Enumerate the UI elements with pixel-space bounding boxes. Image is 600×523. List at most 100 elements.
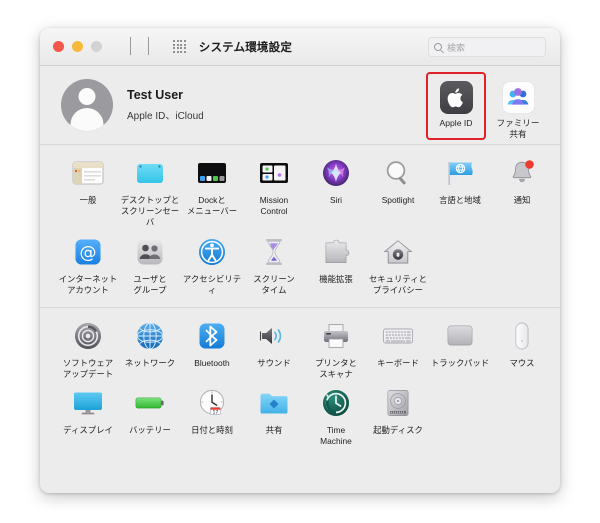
pref-battery-label: バッテリー [129, 425, 171, 436]
pref-trackpad-label: トラックパッド [430, 357, 490, 368]
pref-security-privacy[interactable]: セキュリティと プライバシー [367, 235, 429, 296]
pref-general[interactable]: 一般 [57, 156, 119, 228]
pref-mouse-label: マウス [509, 357, 535, 368]
pref-mission-control-label: Mission Control [259, 195, 289, 216]
pref-keyboard[interactable]: キーボード [367, 319, 429, 380]
pref-users-groups-label: ユーザと グループ [133, 273, 167, 295]
show-all-grid-icon[interactable] [173, 40, 186, 53]
pref-extensions[interactable]: 機能拡張 [305, 235, 367, 296]
pref-desktop-screensaver-label: デスクトップと スクリーンセーバ [120, 195, 180, 227]
window-titlebar: システム環境設定 検索 [40, 28, 560, 66]
pref-time-machine-label: Time Machine [320, 425, 352, 447]
users-groups-icon [133, 235, 167, 269]
traffic-lights [53, 41, 102, 52]
sharing-icon [257, 386, 291, 420]
pref-trackpad[interactable]: トラックパッド [429, 319, 491, 380]
preferences-row: @ インターネット アカウント ユーザと グループ アクセシビリティ スクリーン… [40, 235, 560, 303]
back-button[interactable] [130, 36, 131, 56]
pref-security-privacy-label: セキュリティと プライバシー [368, 273, 428, 295]
pref-bluetooth-label: Bluetooth [194, 357, 230, 368]
user-name: Test User [127, 88, 184, 102]
pref-mouse[interactable]: マウス [491, 319, 553, 380]
desktop-screensaver-icon [133, 156, 167, 190]
sound-icon [257, 319, 291, 353]
pref-battery[interactable]: バッテリー [119, 386, 181, 447]
pref-network[interactable]: ネットワーク [119, 319, 181, 380]
mission-control-icon [257, 156, 291, 190]
pref-printers-scanners-label: プリンタと スキャナ [315, 357, 357, 379]
screen-time-icon [257, 235, 291, 269]
pref-sound-label: サウンド [257, 357, 291, 368]
displays-icon [71, 386, 105, 420]
printers-scanners-icon [319, 319, 353, 353]
pref-bluetooth[interactable]: Bluetooth [181, 319, 243, 380]
search-placeholder: 検索 [447, 42, 466, 53]
pref-spotlight[interactable]: Spotlight [367, 156, 429, 228]
pref-keyboard-label: キーボード [377, 357, 419, 368]
zoom-button-icon [91, 41, 102, 52]
svg-text:17: 17 [212, 410, 218, 416]
pref-time-machine[interactable]: Time Machine [305, 386, 367, 447]
minimize-button-icon[interactable] [72, 41, 83, 52]
pref-sound[interactable]: サウンド [243, 319, 305, 380]
general-window-icon [71, 156, 105, 190]
pref-screen-time[interactable]: スクリーン タイム [243, 235, 305, 296]
pref-desktop-screensaver[interactable]: デスクトップと スクリーンセーバ [119, 156, 181, 228]
avatar [61, 79, 113, 131]
pref-notifications[interactable]: 通知 [491, 156, 553, 228]
family-sharing-icon [501, 81, 535, 114]
pref-spotlight-label: Spotlight [381, 195, 415, 205]
family-sharing-tile-label: ファミリー 共有 [496, 118, 540, 139]
bluetooth-icon [195, 319, 229, 353]
software-update-icon [71, 319, 105, 353]
pref-date-time[interactable]: 17 日付と時刻 [181, 386, 243, 447]
accessibility-icon [195, 235, 229, 269]
user-subtitle: Apple ID、iCloud [127, 111, 204, 122]
pref-startup-disk[interactable]: 起動ディスク [367, 386, 429, 447]
apple-id-banner[interactable]: Test User Apple ID、iCloud Apple ID ファミリー… [40, 66, 560, 145]
pref-displays[interactable]: ディスプレイ [57, 386, 119, 447]
pref-siri[interactable]: Siri [305, 156, 367, 228]
preferences-row: ソフトウェア アップデート ネットワーク Bluetooth サウンド プリンタ… [40, 319, 560, 387]
apple-id-tile-label: Apple ID [439, 118, 473, 128]
security-privacy-icon [381, 235, 415, 269]
pref-general-label: 一般 [79, 195, 97, 205]
pref-screen-time-label: スクリーン タイム [253, 273, 295, 295]
pref-accessibility[interactable]: アクセシビリティ [181, 235, 243, 296]
pref-displays-label: ディスプレイ [63, 425, 113, 436]
extensions-icon [319, 235, 353, 269]
pref-notifications-label: 通知 [513, 195, 531, 205]
pref-users-groups[interactable]: ユーザと グループ [119, 235, 181, 296]
pref-sharing[interactable]: 共有 [243, 386, 305, 447]
preferences-pane-hardware: ソフトウェア アップデート ネットワーク Bluetooth サウンド プリンタ… [40, 306, 560, 459]
time-machine-icon [319, 386, 353, 420]
pref-sharing-label: 共有 [265, 425, 283, 436]
spotlight-icon [381, 156, 415, 190]
pref-language-region-label: 言語と地域 [439, 195, 481, 205]
apple-id-tile[interactable]: Apple ID [426, 72, 486, 140]
pref-software-update[interactable]: ソフトウェア アップデート [57, 319, 119, 380]
pref-internet-accounts-label: インターネット アカウント [58, 273, 118, 295]
close-button-icon[interactable] [53, 41, 64, 52]
pref-dock-menubar[interactable]: Dockと メニューバー [181, 156, 243, 228]
dock-menubar-icon [195, 156, 229, 190]
notifications-icon [505, 156, 539, 190]
pref-dock-menubar-label: Dockと メニューバー [186, 195, 238, 216]
forward-button[interactable] [148, 36, 149, 56]
preferences-pane-personal: 一般 デスクトップと スクリーンセーバ Dockと メニューバー Mission… [40, 145, 560, 307]
system-preferences-window: システム環境設定 検索 Test User Apple ID、iCloud Ap… [40, 28, 560, 493]
search-field[interactable]: 検索 [428, 37, 546, 57]
pref-mission-control[interactable]: Mission Control [243, 156, 305, 228]
pref-date-time-label: 日付と時刻 [191, 425, 233, 436]
window-title: システム環境設定 [198, 41, 293, 54]
svg-text:@: @ [80, 243, 97, 263]
keyboard-icon [381, 319, 415, 353]
pref-internet-accounts[interactable]: @ インターネット アカウント [57, 235, 119, 296]
user-info: Test User Apple ID、iCloud [127, 88, 204, 122]
pref-language-region[interactable]: 言語と地域 [429, 156, 491, 228]
pref-network-label: ネットワーク [124, 357, 176, 368]
pref-printers-scanners[interactable]: プリンタと スキャナ [305, 319, 367, 380]
internet-accounts-icon: @ [71, 235, 105, 269]
family-sharing-tile[interactable]: ファミリー 共有 [490, 74, 546, 139]
pref-software-update-label: ソフトウェア アップデート [62, 357, 114, 379]
